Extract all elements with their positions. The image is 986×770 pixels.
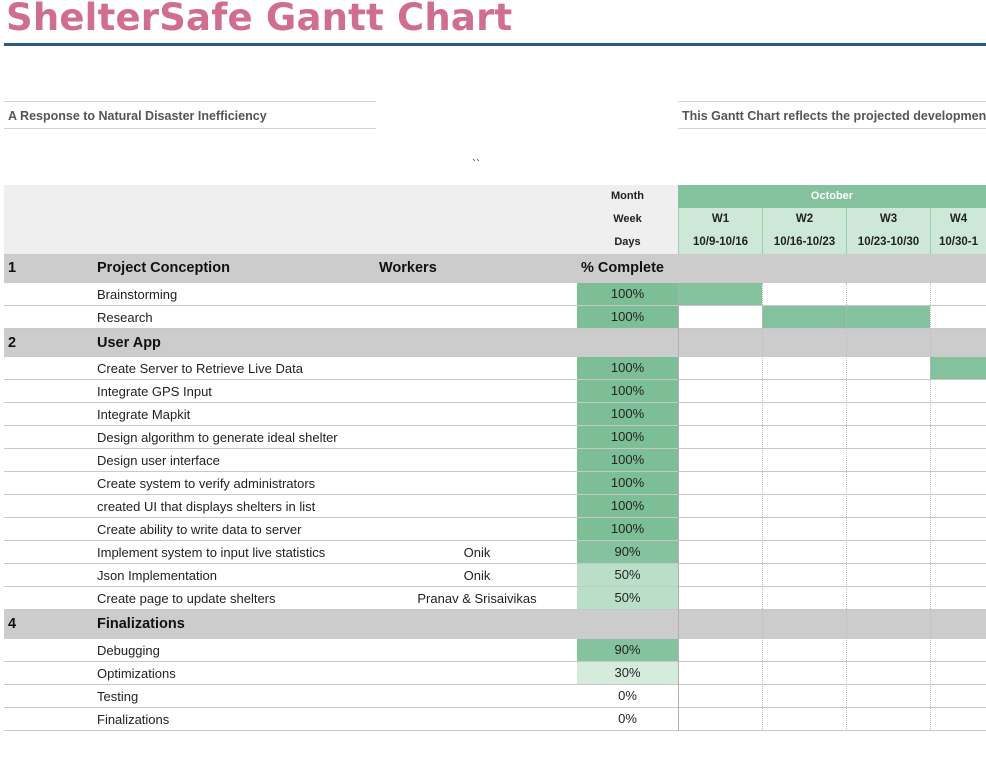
task-percent-complete: 100% bbox=[577, 306, 678, 328]
task-percent-complete: 90% bbox=[577, 639, 678, 661]
gantt-bar-cell bbox=[930, 357, 986, 379]
task-name: Finalizations bbox=[97, 712, 170, 727]
task-name: Research bbox=[97, 310, 153, 325]
task-row[interactable]: Integrate Mapkit 100% bbox=[4, 403, 986, 426]
week-label-cell: W1 bbox=[711, 213, 730, 225]
week-header-3: W3 10/23-10/30 bbox=[846, 208, 930, 254]
task-name: Integrate Mapkit bbox=[97, 407, 191, 422]
section-number: 1 bbox=[8, 260, 17, 276]
task-row[interactable]: created UI that displays shelters in lis… bbox=[4, 495, 986, 518]
task-row[interactable]: Finalizations 0% bbox=[4, 708, 986, 731]
section-header-row: 1 Project Conception Workers % Complete bbox=[4, 254, 986, 283]
week-label-cell: W4 bbox=[949, 213, 968, 225]
task-row[interactable]: Brainstorming 100% bbox=[4, 283, 986, 306]
task-row[interactable]: Create system to verify administrators 10… bbox=[4, 472, 986, 495]
task-percent-complete: 100% bbox=[577, 518, 678, 540]
task-percent-complete: 100% bbox=[577, 449, 678, 471]
task-name: Create ability to write data to server bbox=[97, 522, 302, 537]
task-row[interactable]: Testing 0% bbox=[4, 685, 986, 708]
stray-mark: `` bbox=[472, 157, 480, 171]
task-row[interactable]: Research 100% bbox=[4, 306, 986, 329]
subtitle-right: This Gantt Chart reflects the projected … bbox=[678, 101, 986, 129]
section-name: Finalizations bbox=[97, 616, 185, 632]
week-gridline bbox=[930, 283, 931, 731]
task-percent-complete: 100% bbox=[577, 380, 678, 402]
percent-complete-column-header: % Complete bbox=[581, 260, 664, 276]
task-name: Design algorithm to generate ideal shelt… bbox=[97, 430, 338, 445]
week-days-cell: 10/30-1 bbox=[938, 236, 978, 248]
section-header-row: 4 Finalizations bbox=[4, 610, 986, 639]
task-row[interactable]: Design algorithm to generate ideal shelt… bbox=[4, 426, 986, 449]
subtitle-left: A Response to Natural Disaster Inefficie… bbox=[4, 101, 376, 129]
task-name: Testing bbox=[97, 689, 139, 704]
task-percent-complete: 100% bbox=[577, 283, 678, 305]
month-label: Month bbox=[611, 190, 644, 202]
workers-column-header: Workers bbox=[379, 260, 437, 276]
page-title: ShelterSafe Gantt Chart bbox=[6, 0, 513, 39]
task-row[interactable]: Integrate GPS Input 100% bbox=[4, 380, 986, 403]
week-header-2: W2 10/16-10/23 bbox=[762, 208, 846, 254]
task-row[interactable]: Create page to update shelters Pranav & S… bbox=[4, 587, 986, 610]
task-row[interactable]: Optimizations 30% bbox=[4, 662, 986, 685]
task-percent-complete: 100% bbox=[577, 495, 678, 517]
section-name: User App bbox=[97, 335, 161, 351]
task-percent-complete: 100% bbox=[577, 357, 678, 379]
task-workers: Onik bbox=[463, 545, 491, 560]
task-workers: Onik bbox=[463, 568, 491, 583]
month-header-october: October bbox=[678, 185, 986, 208]
week-gridline bbox=[846, 283, 847, 731]
week-days-cell: 10/9-10/16 bbox=[693, 236, 748, 248]
task-row[interactable]: Create Server to Retrieve Live Data 100% bbox=[4, 357, 986, 380]
task-name: Brainstorming bbox=[97, 287, 178, 302]
week-days-cell: 10/23-10/30 bbox=[857, 236, 920, 248]
task-name: created UI that displays shelters in lis… bbox=[97, 499, 316, 514]
task-name: Implement system to input live statistic… bbox=[97, 545, 326, 560]
task-percent-complete: 100% bbox=[577, 403, 678, 425]
task-row[interactable]: Json Implementation Onik 50% bbox=[4, 564, 986, 587]
section-number: 4 bbox=[8, 616, 17, 632]
task-percent-complete: 90% bbox=[577, 541, 678, 563]
week-days-cell: 10/16-10/23 bbox=[773, 236, 836, 248]
chart-left-border bbox=[678, 283, 679, 731]
task-workers: Pranav & Srisaivikas bbox=[417, 591, 537, 606]
week-header-1: W1 10/9-10/16 bbox=[678, 208, 762, 254]
week-gridline bbox=[762, 283, 763, 731]
task-name: Create system to verify administrators bbox=[97, 476, 316, 491]
task-row[interactable]: Create ability to write data to server 10… bbox=[4, 518, 986, 541]
gantt-bar-cell bbox=[678, 283, 762, 305]
task-name: Integrate GPS Input bbox=[97, 384, 212, 399]
task-percent-complete: 30% bbox=[577, 662, 678, 684]
gantt-bar-cell bbox=[846, 306, 930, 328]
task-percent-complete: 50% bbox=[577, 587, 678, 609]
task-name: Optimizations bbox=[97, 666, 176, 681]
section-header-row: 2 User App bbox=[4, 329, 986, 357]
week-label-cell: W3 bbox=[879, 213, 898, 225]
gantt-bar-cell bbox=[762, 306, 846, 328]
task-row[interactable]: Debugging 90% bbox=[4, 639, 986, 662]
task-name: Create Server to Retrieve Live Data bbox=[97, 361, 303, 376]
week-label-cell: W2 bbox=[795, 213, 814, 225]
task-percent-complete: 100% bbox=[577, 472, 678, 494]
task-row[interactable]: Design user interface 100% bbox=[4, 449, 986, 472]
task-name: Create page to update shelters bbox=[97, 591, 276, 606]
week-header-4: W4 10/30-1 bbox=[930, 208, 986, 254]
days-label: Days bbox=[614, 236, 641, 248]
section-number: 2 bbox=[8, 335, 17, 351]
task-percent-complete: 0% bbox=[618, 711, 637, 726]
task-percent-complete: 100% bbox=[577, 426, 678, 448]
task-row[interactable]: Implement system to input live statistic… bbox=[4, 541, 986, 564]
week-label: Week bbox=[613, 213, 642, 225]
task-name: Debugging bbox=[97, 643, 160, 658]
title-divider bbox=[4, 43, 986, 46]
task-percent-complete: 0% bbox=[618, 688, 637, 703]
task-name: Design user interface bbox=[97, 453, 220, 468]
section-name: Project Conception bbox=[97, 260, 230, 276]
task-percent-complete: 50% bbox=[577, 564, 678, 586]
task-name: Json Implementation bbox=[97, 568, 217, 583]
